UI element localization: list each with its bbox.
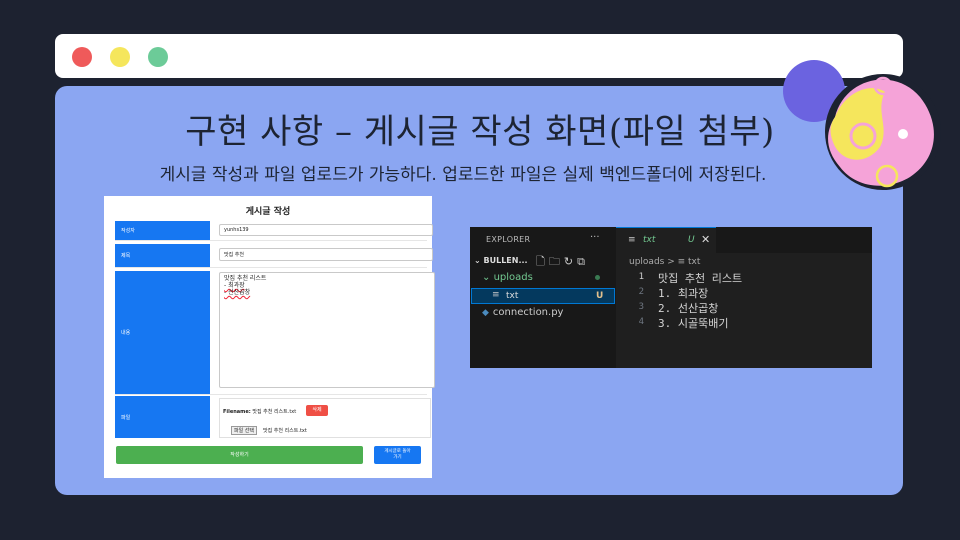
chevron-down-icon: ⌄ <box>482 272 494 283</box>
chosen-file-text: 맛집 추천 리스트.txt <box>263 428 307 434</box>
slide-title: 구현 사항 – 게시글 작성 화면(파일 첨부) <box>185 112 775 152</box>
line-number: 3 <box>638 302 644 312</box>
post-form-screenshot: 게시글 작성 작성자 yunhs139 제목 맛집 추천 내용 맛집 추천 리스… <box>104 196 435 478</box>
tab-txt[interactable]: ≡ txt U ✕ <box>616 227 716 253</box>
slide-subtitle: 게시글 작성과 파일 업로드가 가능하다. 업로드한 파일은 실제 백엔드폴더에… <box>159 165 767 185</box>
filename-prefix: Filename: <box>223 409 251 415</box>
delete-file-button[interactable]: 삭제 <box>306 405 328 416</box>
breadcrumb[interactable]: uploads > ≡ txt <box>629 257 700 267</box>
subject-row: 제목 맛집 추천 <box>115 244 433 268</box>
choose-file-button[interactable]: 파일 선택 <box>231 426 257 435</box>
code-text: 3. 시골뚝배기 <box>658 317 729 330</box>
code-text: 1. 최과장 <box>658 287 709 300</box>
content-label: 내용 <box>115 271 210 394</box>
code-line: 4 3. 시골뚝배기 <box>616 315 872 330</box>
line-number: 4 <box>638 317 644 327</box>
submit-button[interactable]: 작성하기 <box>116 446 363 464</box>
vscode-screenshot: EXPLORER ··· ⌄ BULLEN... 🗋🗀↻⧉ ⌄ uploads … <box>470 227 872 368</box>
code-text: 맛집 추천 리스트 <box>658 272 743 285</box>
file-label: 파일 <box>115 396 210 438</box>
maximize-dot-icon[interactable] <box>148 47 168 67</box>
line-number: 2 <box>638 287 644 297</box>
git-untracked-badge: U <box>596 291 604 301</box>
code-line: 1 맛집 추천 리스트 <box>616 270 872 285</box>
code-area[interactable]: 1 맛집 추천 리스트 2 1. 최과장 3 2. 선산곱창 4 3. 시골뚝배… <box>616 270 872 330</box>
minimize-dot-icon[interactable] <box>110 47 130 67</box>
content-row: 내용 맛집 추천 리스트 - 최과장 - 선산곱창 <box>115 271 435 395</box>
back-to-posts-label-1: 게시글로 돌아 <box>384 449 411 454</box>
collapse-all-icon[interactable]: ⧉ <box>577 255 589 268</box>
form-title: 게시글 작성 <box>245 207 291 217</box>
text-file-icon: ≡ <box>628 235 636 245</box>
python-file-icon: ◆ <box>482 308 489 318</box>
author-row: 작성자 yunhs139 <box>115 221 433 241</box>
txt-label: txt <box>506 291 519 301</box>
explorer-toolbar: 🗋🗀↻⧉ <box>536 253 589 272</box>
editor-panel: ≡ txt U ✕ uploads > ≡ txt 1 맛집 추천 리스트 2 … <box>616 227 872 368</box>
content-line: 맛집 추천 리스트 <box>224 275 267 282</box>
new-folder-icon[interactable]: 🗀 <box>549 255 564 268</box>
close-dot-icon[interactable] <box>72 47 92 67</box>
back-to-posts-label-2: 가기 <box>393 455 402 460</box>
uploads-label: uploads <box>493 272 533 283</box>
tab-git-badge: U <box>688 235 695 245</box>
chevron-down-icon: ⌄ <box>474 256 484 265</box>
content-line: - 선산곱창 <box>224 289 251 296</box>
workspace-root[interactable]: ⌄ BULLEN... <box>474 256 528 265</box>
text-file-icon: ≡ <box>492 290 500 300</box>
subject-input[interactable]: 맛집 추천 <box>219 248 433 261</box>
explorer-panel: EXPLORER ··· ⌄ BULLEN... 🗋🗀↻⧉ ⌄ uploads … <box>470 227 616 368</box>
author-input[interactable]: yunhs139 <box>219 224 433 236</box>
explorer-title: EXPLORER <box>486 235 531 244</box>
filename-value: 맛집 추천 리스트.txt <box>252 409 297 415</box>
tab-bar: ≡ txt U ✕ <box>616 227 872 253</box>
window-titlebar <box>55 34 903 78</box>
back-to-posts-button[interactable]: 게시글로 돌아 가기 <box>374 446 421 464</box>
tree-item-txt[interactable]: ≡ txt U <box>471 288 615 304</box>
refresh-icon[interactable]: ↻ <box>564 255 577 268</box>
tree-item-uploads[interactable]: ⌄ uploads <box>482 272 533 283</box>
file-row: 파일 Filename: 맛집 추천 리스트.txt 삭제 파일 선택 맛집 추… <box>115 396 431 438</box>
code-text: 2. 선산곱창 <box>658 302 719 315</box>
file-area: Filename: 맛집 추천 리스트.txt 삭제 파일 선택 맛집 추천 리… <box>219 398 431 438</box>
content-line: - 최과장 <box>224 282 245 289</box>
code-line: 3 2. 선산곱창 <box>616 300 872 315</box>
subject-label: 제목 <box>115 244 210 267</box>
workspace-root-label: BULLEN... <box>483 256 528 265</box>
new-file-icon[interactable]: 🗋 <box>536 255 549 268</box>
close-icon[interactable]: ✕ <box>701 233 710 246</box>
connection-label: connection.py <box>492 307 564 318</box>
git-modified-dot-icon <box>595 275 600 280</box>
content-textarea[interactable]: 맛집 추천 리스트 - 최과장 - 선산곱창 <box>219 272 435 388</box>
filename-text: Filename: 맛집 추천 리스트.txt <box>223 408 296 415</box>
code-line: 2 1. 최과장 <box>616 285 872 300</box>
tree-item-connection[interactable]: ◆ connection.py <box>482 307 563 318</box>
author-label: 작성자 <box>115 221 210 240</box>
tab-label: txt <box>643 235 656 245</box>
line-number: 1 <box>638 272 644 282</box>
more-actions-icon[interactable]: ··· <box>590 232 600 243</box>
